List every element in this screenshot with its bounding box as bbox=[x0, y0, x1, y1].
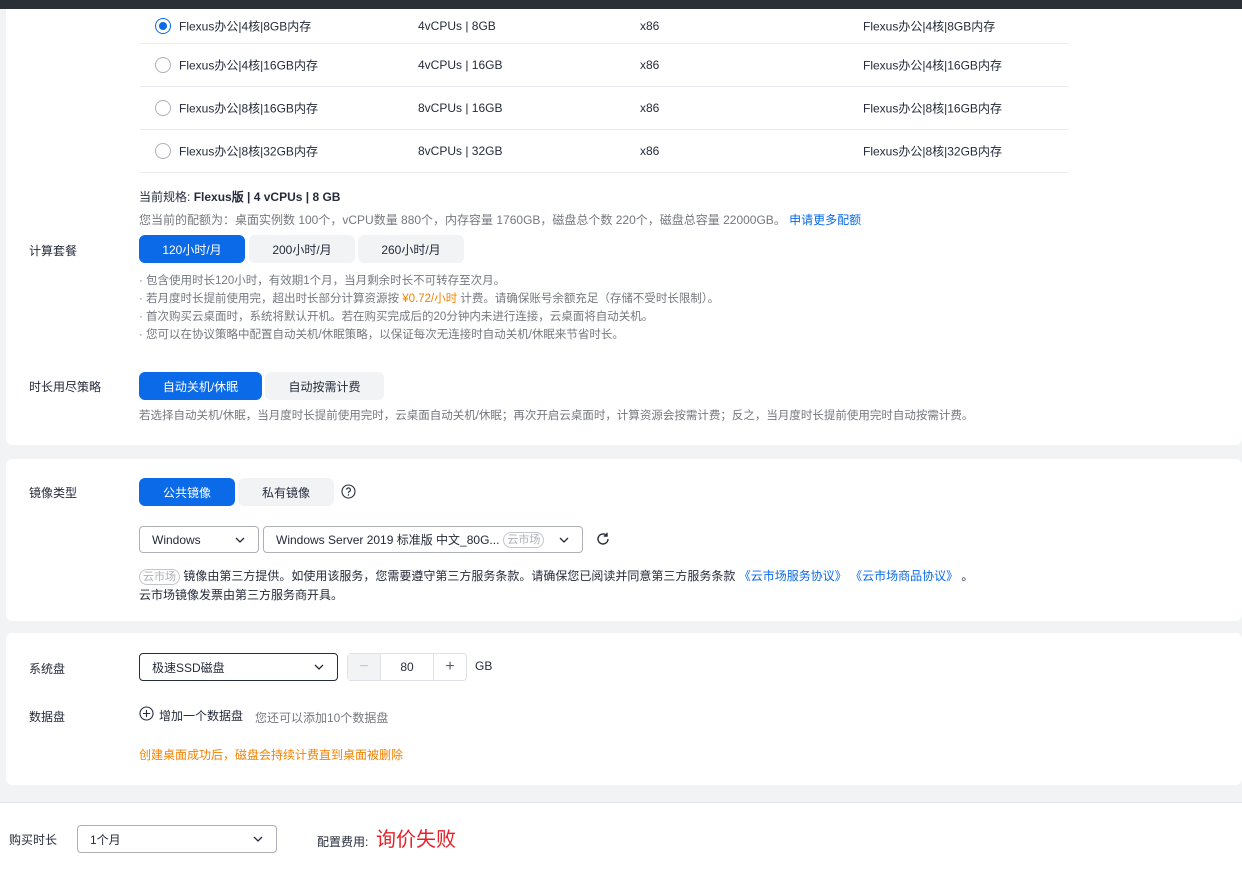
os-select-value: Windows bbox=[152, 532, 201, 547]
spec-vcpu-mem: 8vCPUs | 16GB bbox=[418, 101, 503, 115]
spec-arch: x86 bbox=[640, 144, 660, 158]
compute-package-label: 计算套餐 bbox=[29, 244, 78, 258]
help-icon[interactable] bbox=[341, 484, 356, 499]
image-section: 镜像类型 公共镜像 私有镜像 Windows Windows Server 20… bbox=[6, 459, 1242, 621]
policy-note: 若选择自动关机/休眠，当月度时长提前使用完时，云桌面自动关机/休眠；再次开启云桌… bbox=[139, 410, 974, 422]
spec-vcpu-mem: 8vCPUs | 32GB bbox=[418, 144, 503, 158]
add-data-disk-hint: 您还可以添加10个数据盘 bbox=[255, 711, 389, 725]
package-200h-button[interactable]: 200小时/月 bbox=[249, 235, 355, 263]
spec-name: Flexus办公|8核|32GB内存 bbox=[179, 144, 318, 159]
market-service-agreement-link[interactable]: 《云市场服务协议》 bbox=[739, 569, 847, 583]
package-note-4: · 您可以在协议策略中配置自动关机/休眠策略，以保证每次无连接时自动关机/休眠来… bbox=[139, 329, 624, 341]
system-disk-type-select[interactable]: 极速SSD磁盘 bbox=[139, 653, 338, 681]
fee-value: 询价失败 bbox=[376, 827, 456, 851]
spec-name: Flexus办公|8核|16GB内存 bbox=[179, 101, 318, 116]
system-disk-type-value: 极速SSD磁盘 bbox=[152, 660, 225, 675]
chevron-down-icon bbox=[253, 836, 263, 842]
chevron-down-icon bbox=[559, 537, 569, 543]
package-note-2-suffix: 计费。请确保账号余额充足（存储不受时长限制）。 bbox=[460, 293, 720, 305]
exhaust-policy-label: 时长用尽策略 bbox=[29, 380, 102, 394]
current-spec-label: 当前规格: bbox=[139, 190, 191, 204]
spec-desc: Flexus办公|8核|32GB内存 bbox=[863, 144, 1002, 159]
spec-radio[interactable] bbox=[155, 57, 171, 73]
disk-section: 系统盘 极速SSD磁盘 − 80 + GB 数据盘 增加一个数据盘 您还可以添加… bbox=[6, 633, 1242, 785]
top-bar bbox=[0, 0, 1242, 9]
system-disk-size-value[interactable]: 80 bbox=[380, 654, 434, 680]
spec-desc: Flexus办公|4核|8GB内存 bbox=[863, 19, 996, 34]
spec-radio[interactable] bbox=[155, 18, 171, 34]
decrease-button[interactable]: − bbox=[348, 654, 380, 680]
package-note-1: · 包含使用时长120小时，有效期1个月，当月剩余时长不可转存至次月。 bbox=[139, 275, 506, 287]
current-spec-value: Flexus版 | 4 vCPUs | 8 GB bbox=[193, 190, 341, 204]
market-tag: 云市场 bbox=[503, 531, 545, 548]
spec-vcpu-mem: 4vCPUs | 8GB bbox=[418, 19, 496, 33]
invoice-note: 云市场镜像发票由第三方服务商开具。 bbox=[139, 588, 344, 602]
increase-button[interactable]: + bbox=[434, 654, 466, 680]
refresh-icon[interactable] bbox=[595, 531, 611, 547]
policy-on-demand-button[interactable]: 自动按需计费 bbox=[265, 372, 384, 400]
image-type-label: 镜像类型 bbox=[29, 486, 78, 500]
spec-row[interactable]: Flexus办公|8核|32GB内存 8vCPUs | 32GB x86 Flexus… bbox=[140, 130, 1069, 173]
policy-auto-shutdown-button[interactable]: 自动关机/休眠 bbox=[139, 372, 262, 400]
spec-vcpu-mem: 4vCPUs | 16GB bbox=[418, 58, 503, 72]
spec-radio[interactable] bbox=[155, 143, 171, 159]
spec-name: Flexus办公|4核|8GB内存 bbox=[179, 19, 312, 34]
add-data-disk-button[interactable]: 增加一个数据盘 bbox=[159, 707, 243, 724]
package-120h-button[interactable]: 120小时/月 bbox=[139, 235, 245, 263]
system-disk-size-stepper[interactable]: − 80 + bbox=[347, 653, 467, 681]
spec-row[interactable]: Flexus办公|4核|16GB内存 4vCPUs | 16GB x86 Flexus… bbox=[140, 44, 1069, 87]
duration-label: 购买时长 bbox=[9, 833, 58, 847]
spec-arch: x86 bbox=[640, 19, 660, 33]
spec-arch: x86 bbox=[640, 101, 660, 115]
market-notice: 云市场 镜像由第三方提供。如使用该服务，您需要遵守第三方服务条款。请确保您已阅读… bbox=[139, 567, 973, 585]
add-circle-icon[interactable] bbox=[139, 706, 154, 721]
chevron-down-icon bbox=[235, 537, 245, 543]
duration-select[interactable]: 1个月 bbox=[77, 825, 277, 853]
market-notice-end: 。 bbox=[961, 569, 974, 583]
spec-name: Flexus办公|4核|16GB内存 bbox=[179, 58, 318, 73]
market-notice-tag: 云市场 bbox=[139, 569, 180, 585]
package-note-2: · 若月度时长提前使用完，超出时长部分计算资源按 ¥0.72/小时 计费。请确保… bbox=[139, 290, 719, 308]
duration-value: 1个月 bbox=[90, 832, 121, 847]
market-notice-text: 镜像由第三方提供。如使用该服务，您需要遵守第三方服务条款。请确保您已阅读并同意第… bbox=[183, 569, 736, 583]
spec-arch: x86 bbox=[640, 58, 660, 72]
apply-quota-link[interactable]: 申请更多配额 bbox=[789, 213, 861, 227]
purchase-footer: 购买时长 1个月 配置费用: 询价失败 bbox=[0, 802, 1242, 872]
os-select[interactable]: Windows bbox=[139, 526, 259, 553]
spec-row[interactable]: Flexus办公|8核|16GB内存 8vCPUs | 16GB x86 Flexus… bbox=[140, 87, 1069, 130]
spec-section: Flexus办公|4核|8GB内存 4vCPUs | 8GB x86 Flexus办公… bbox=[6, 9, 1242, 445]
package-note-3: · 首次购买云桌面时，系统将默认开机。若在购买完成后的20分钟内未进行连接，云桌… bbox=[139, 311, 654, 323]
package-260h-button[interactable]: 260小时/月 bbox=[358, 235, 464, 263]
disk-billing-warning: 创建桌面成功后，磁盘会持续计费直到桌面被删除 bbox=[139, 748, 404, 762]
spec-row[interactable]: Flexus办公|4核|8GB内存 4vCPUs | 8GB x86 Flexus办公… bbox=[140, 9, 1069, 44]
spec-desc: Flexus办公|8核|16GB内存 bbox=[863, 101, 1002, 116]
image-select[interactable]: Windows Server 2019 标准版 中文_80G... 云市场 bbox=[263, 526, 583, 553]
chevron-down-icon bbox=[314, 664, 324, 670]
fee-label: 配置费用: bbox=[317, 835, 369, 849]
disk-unit: GB bbox=[475, 659, 493, 673]
public-image-button[interactable]: 公共镜像 bbox=[139, 478, 235, 506]
quota-info: 您当前的配额为：桌面实例数 100个，vCPU数量 880个，内存容量 1760… bbox=[139, 211, 861, 228]
overage-price: ¥0.72/小时 bbox=[402, 293, 458, 305]
current-spec: 当前规格: Flexus版 | 4 vCPUs | 8 GB bbox=[139, 188, 340, 205]
package-note-2-prefix: · 若月度时长提前使用完，超出时长部分计算资源按 bbox=[139, 293, 400, 305]
private-image-button[interactable]: 私有镜像 bbox=[238, 478, 334, 506]
spec-radio[interactable] bbox=[155, 100, 171, 116]
system-disk-label: 系统盘 bbox=[29, 662, 66, 676]
image-select-value: Windows Server 2019 标准版 中文_80G... bbox=[276, 533, 500, 547]
spec-desc: Flexus办公|4核|16GB内存 bbox=[863, 58, 1002, 73]
market-product-agreement-link[interactable]: 《云市场商品协议》 bbox=[850, 569, 958, 583]
quota-text: 您当前的配额为：桌面实例数 100个，vCPU数量 880个，内存容量 1760… bbox=[139, 213, 786, 227]
data-disk-label: 数据盘 bbox=[29, 710, 66, 724]
